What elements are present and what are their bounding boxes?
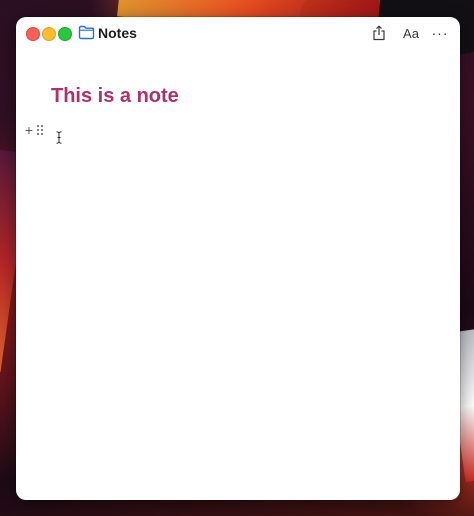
title-bar[interactable]: Notes Aa ···: [16, 17, 460, 47]
share-icon: [373, 25, 385, 41]
more-options-button[interactable]: ···: [430, 23, 450, 43]
notes-window: Notes Aa ··· This is a note +: [16, 17, 460, 500]
text-cursor-icon: [56, 131, 62, 144]
block-controls: +: [24, 123, 45, 137]
font-settings-button[interactable]: Aa: [400, 23, 422, 43]
drag-handle-icon[interactable]: [37, 125, 45, 135]
add-block-button[interactable]: +: [24, 123, 34, 137]
note-title[interactable]: This is a note: [51, 84, 179, 108]
zoom-button[interactable]: [58, 27, 72, 41]
share-button[interactable]: [369, 23, 389, 43]
close-button[interactable]: [26, 27, 40, 41]
window-title: Notes: [98, 25, 137, 41]
minimize-button[interactable]: [42, 27, 56, 41]
folder-icon: [78, 25, 95, 40]
